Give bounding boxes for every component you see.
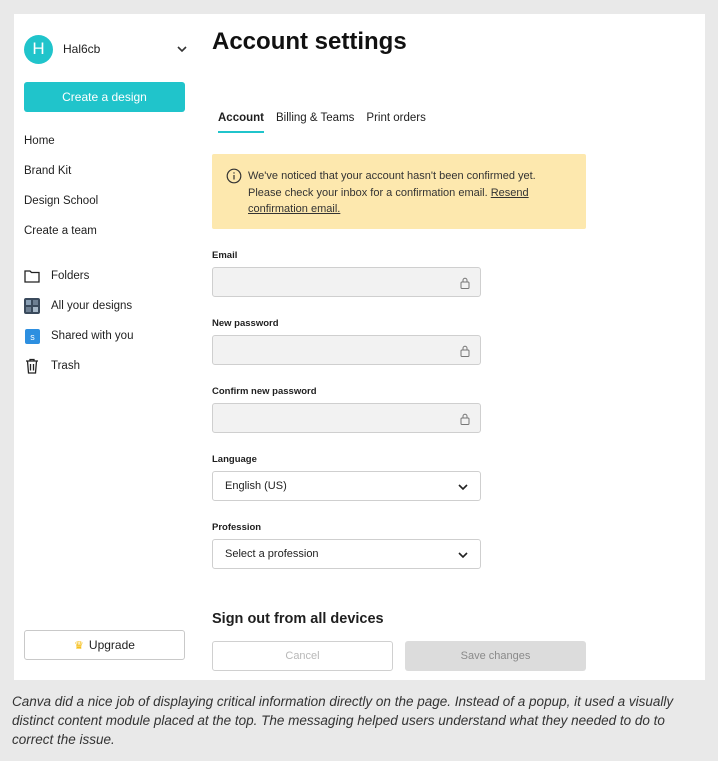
image-caption: Canva did a nice job of displaying criti… xyxy=(12,694,674,747)
sidebar-item-folders[interactable]: Folders xyxy=(24,261,194,291)
sidebar-item-home[interactable]: Home xyxy=(24,126,194,156)
sidebar-library: Folders All your designs s Shared with y… xyxy=(24,261,194,381)
shared-icon: s xyxy=(24,328,40,344)
save-changes-button[interactable]: Save changes xyxy=(405,641,586,671)
confirm-password-field[interactable] xyxy=(212,403,481,433)
sidebar-item-create-team[interactable]: Create a team xyxy=(24,216,194,246)
email-label: Email xyxy=(212,250,238,261)
settings-tabs: Account Billing & Teams Print orders xyxy=(218,112,438,133)
page-title: Account settings xyxy=(212,28,407,55)
upgrade-button[interactable]: ♛ Upgrade xyxy=(24,630,185,660)
sidebar-item-label: Folders xyxy=(51,270,90,282)
create-design-button[interactable]: Create a design xyxy=(24,82,185,112)
sidebar-nav: Home Brand Kit Design School Create a te… xyxy=(24,126,194,246)
language-select[interactable]: English (US) xyxy=(212,471,481,501)
crown-icon: ♛ xyxy=(74,639,84,652)
sidebar-item-trash[interactable]: Trash xyxy=(24,351,194,381)
account-menu[interactable]: H Hal6cb xyxy=(24,34,189,64)
cancel-button[interactable]: Cancel xyxy=(212,641,393,671)
lock-icon xyxy=(460,413,470,425)
sidebar-item-label: Shared with you xyxy=(51,330,134,342)
notice-text: We've noticed that your account hasn't b… xyxy=(248,168,536,229)
new-password-field[interactable] xyxy=(212,335,481,365)
chevron-down-icon xyxy=(458,484,468,491)
sidebar-item-shared[interactable]: s Shared with you xyxy=(24,321,194,351)
profession-select[interactable]: Select a profession xyxy=(212,539,481,569)
sidebar-item-all-designs[interactable]: All your designs xyxy=(24,291,194,321)
notice-line1: We've noticed that your account hasn't b… xyxy=(248,170,536,182)
profession-value: Select a profession xyxy=(225,548,319,560)
folder-icon xyxy=(24,268,40,284)
main-content: Account settings Account Billing & Teams… xyxy=(212,14,702,680)
upgrade-label: Upgrade xyxy=(88,638,135,652)
chevron-down-icon xyxy=(177,46,187,53)
sidebar-item-brand-kit[interactable]: Brand Kit xyxy=(24,156,194,186)
tab-print-orders[interactable]: Print orders xyxy=(366,112,425,133)
notice-line2: Please check your inbox for a confirmati… xyxy=(248,186,488,199)
confirmation-notice: We've noticed that your account hasn't b… xyxy=(212,154,586,229)
trash-icon xyxy=(24,358,40,374)
sidebar-item-label: All your designs xyxy=(51,300,133,312)
language-label: Language xyxy=(212,454,257,465)
tab-billing-teams[interactable]: Billing & Teams xyxy=(276,112,354,133)
designs-thumbnail-icon xyxy=(24,298,40,314)
user-name: Hal6cb xyxy=(63,42,101,56)
lock-icon xyxy=(460,277,470,289)
tab-account[interactable]: Account xyxy=(218,112,264,133)
profession-label: Profession xyxy=(212,522,262,533)
avatar: H xyxy=(24,34,53,64)
resend-link-part1[interactable]: Resend xyxy=(491,187,529,199)
resend-link-part2[interactable]: confirmation email. xyxy=(248,203,340,215)
svg-text:s: s xyxy=(30,332,35,342)
signout-heading: Sign out from all devices xyxy=(212,611,384,627)
app-window: H Hal6cb Create a design Home Brand Kit … xyxy=(14,14,705,680)
language-value: English (US) xyxy=(225,480,287,492)
info-icon xyxy=(226,168,242,184)
confirm-password-label: Confirm new password xyxy=(212,386,317,397)
lock-icon xyxy=(460,345,470,357)
new-password-label: New password xyxy=(212,318,279,329)
sidebar-item-label: Trash xyxy=(51,360,80,372)
chevron-down-icon xyxy=(458,552,468,559)
sidebar-item-design-school[interactable]: Design School xyxy=(24,186,194,216)
sidebar: H Hal6cb Create a design Home Brand Kit … xyxy=(14,14,204,680)
email-field[interactable] xyxy=(212,267,481,297)
